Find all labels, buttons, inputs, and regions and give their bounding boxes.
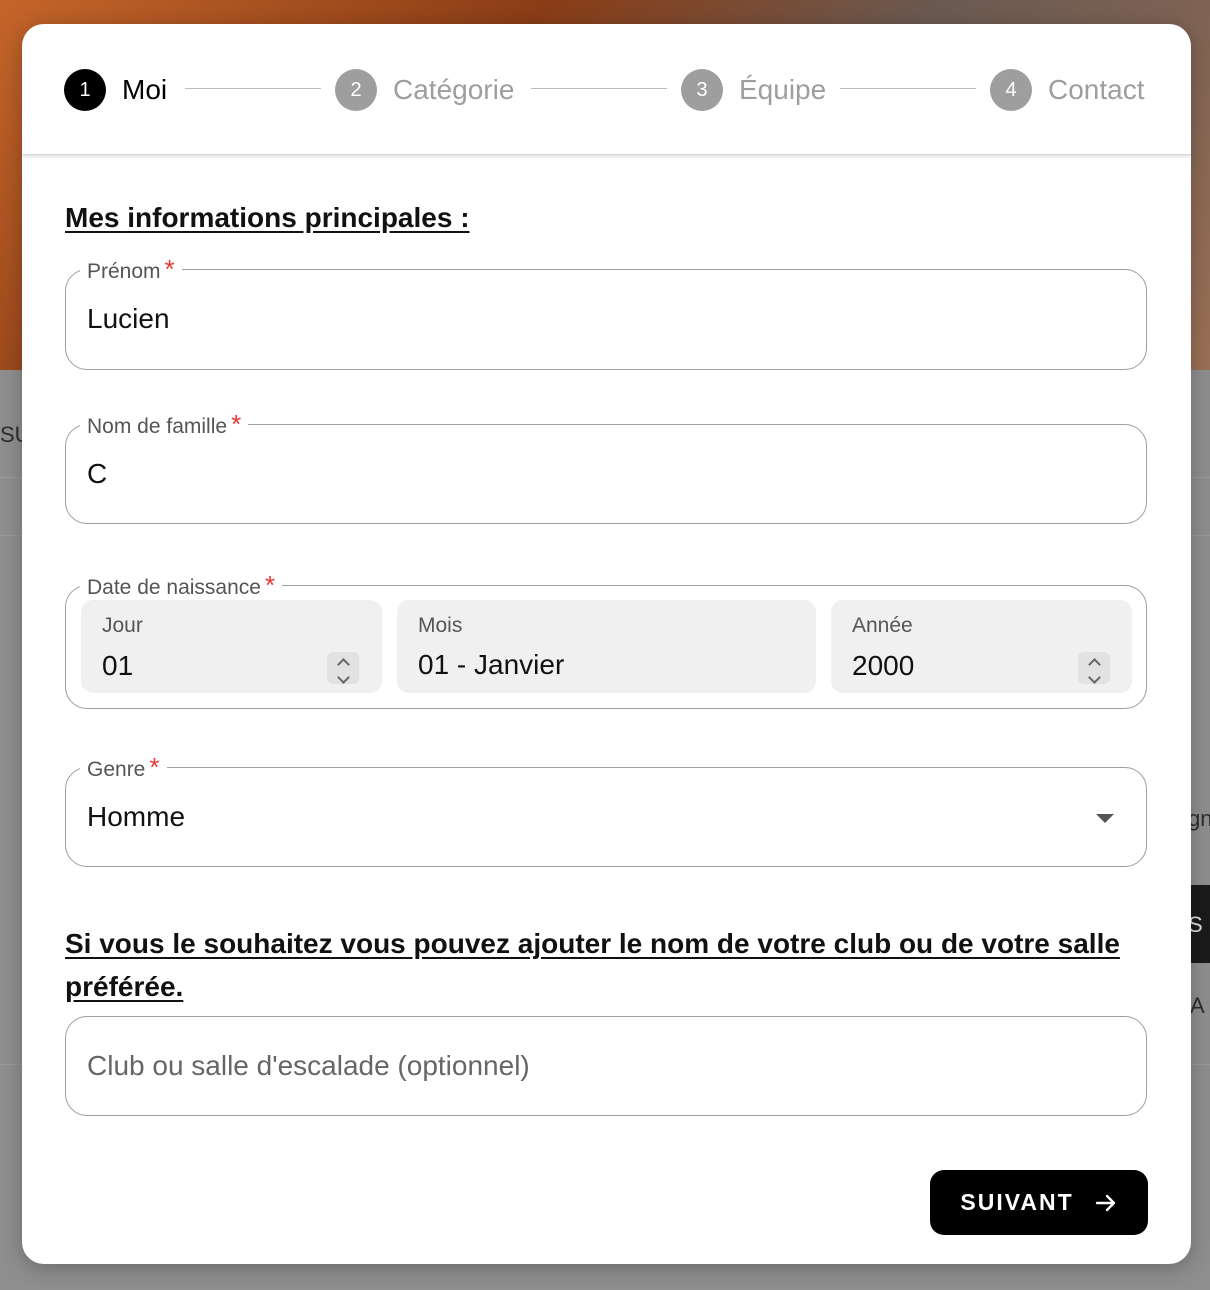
step-number-badge: 1 — [64, 69, 106, 111]
required-asterisk: * — [149, 752, 160, 782]
next-button[interactable]: SUIVANT — [930, 1170, 1148, 1235]
step-connector — [840, 88, 976, 89]
step-label: Équipe — [739, 74, 827, 105]
background-text-right: gn — [1188, 806, 1210, 831]
first-name-input[interactable]: Lucien — [87, 303, 170, 335]
month-select[interactable]: Mois 01 - Janvier — [397, 600, 816, 693]
step-connector — [531, 88, 667, 89]
first-name-field[interactable]: Prénom * Lucien — [65, 255, 1147, 370]
day-input[interactable]: Jour 01 — [81, 600, 382, 693]
step-label: Contact — [1048, 74, 1145, 105]
arrow-right-icon — [1095, 1194, 1115, 1211]
day-label: Jour — [102, 614, 143, 637]
gender-value: Homme — [87, 801, 186, 832]
first-name-label: Prénom * — [80, 255, 182, 286]
month-value: 01 - Janvier — [418, 649, 565, 680]
last-name-input[interactable]: C — [87, 458, 107, 490]
background-text-right: A — [1190, 993, 1205, 1018]
club-input[interactable]: Club ou salle d'escalade (optionnel) — [87, 1050, 530, 1082]
first-name-label-text: Prénom — [87, 260, 161, 283]
stepper: 1 Moi 2 Catégorie 3 Équipe 4 Contact — [22, 24, 1191, 155]
birth-date-label: Date de naissance * — [80, 570, 283, 602]
gender-label: Genre * — [80, 753, 167, 784]
step-label: Catégorie — [393, 74, 515, 105]
year-spinner-icon[interactable] — [1078, 652, 1110, 684]
required-asterisk: * — [231, 409, 242, 439]
next-button-label: SUIVANT — [960, 1189, 1074, 1215]
year-input[interactable]: Année 2000 — [831, 600, 1132, 693]
section-title-club: Si vous le souhaitez vous pouvez ajouter… — [65, 928, 1120, 1002]
step-categorie[interactable]: 2 Catégorie — [335, 68, 514, 112]
month-label: Mois — [418, 614, 463, 637]
last-name-field[interactable]: Nom de famille * C — [65, 410, 1147, 524]
step-equipe[interactable]: 3 Équipe — [681, 68, 826, 112]
step-moi[interactable]: 1 Moi — [64, 68, 167, 112]
chevron-down-icon — [1087, 670, 1101, 684]
step-contact[interactable]: 4 Contact — [990, 68, 1145, 112]
step-label: Moi — [122, 74, 168, 105]
chevron-down-icon — [336, 670, 350, 684]
last-name-label-text: Nom de famille — [87, 415, 228, 438]
required-asterisk: * — [264, 570, 276, 600]
club-input-field[interactable]: Club ou salle d'escalade (optionnel) — [65, 1016, 1147, 1116]
registration-modal: 1 Moi 2 Catégorie 3 Équipe 4 Contact Mes… — [22, 24, 1191, 1264]
step-number-badge: 4 — [990, 69, 1032, 111]
year-label: Année — [852, 614, 913, 637]
day-spinner-icon[interactable] — [327, 652, 359, 684]
step-connector — [185, 88, 321, 89]
chevron-up-icon — [336, 657, 350, 671]
last-name-label: Nom de famille * — [80, 409, 249, 441]
section-title-main-info: Mes informations principales : — [65, 202, 470, 233]
step-number-badge: 3 — [681, 69, 723, 111]
day-value: 01 — [102, 650, 134, 681]
chevron-up-icon — [1087, 657, 1101, 671]
caret-down-icon[interactable] — [1096, 814, 1114, 823]
year-value: 2000 — [852, 650, 915, 681]
step-number-badge: 2 — [335, 69, 377, 111]
gender-select[interactable]: Genre * Homme — [65, 753, 1147, 867]
birth-date-label-text: Date de naissance — [87, 576, 261, 599]
birth-date-fieldset: Date de naissance * Jour 01 Mois 01 - Jan… — [65, 571, 1147, 709]
required-asterisk: * — [164, 254, 175, 284]
gender-label-text: Genre — [87, 758, 146, 781]
